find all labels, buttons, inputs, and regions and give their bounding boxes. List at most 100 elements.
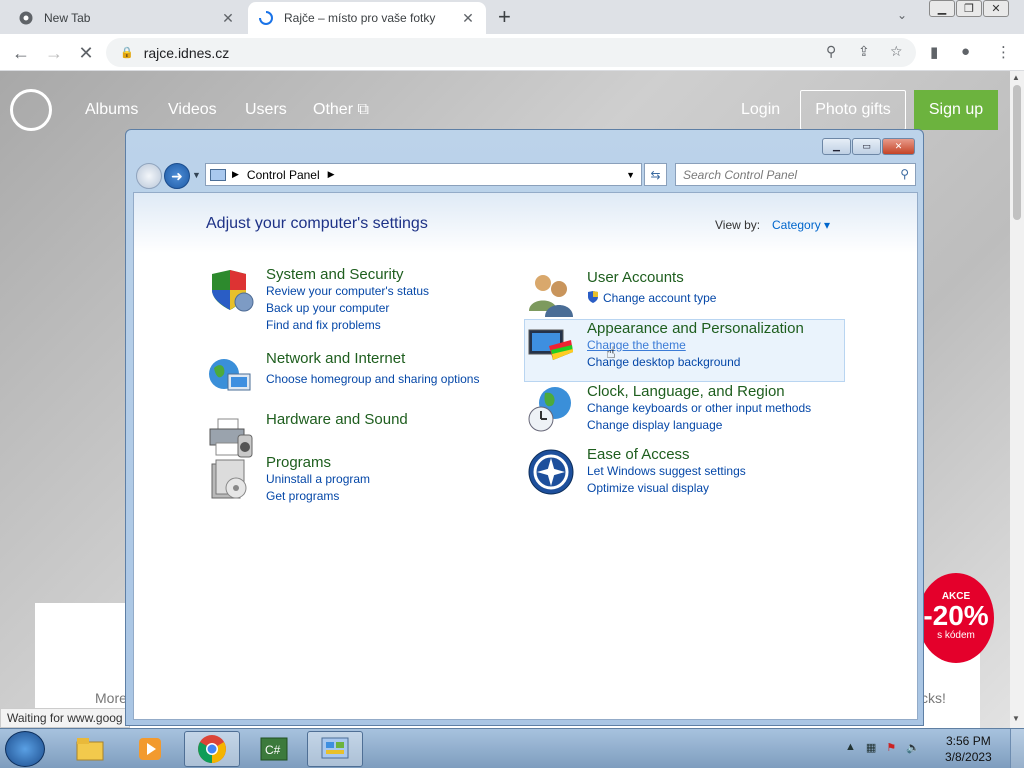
close-icon[interactable]: ✕: [882, 138, 915, 155]
network-globe-icon[interactable]: [206, 352, 254, 400]
shield-icon[interactable]: [206, 268, 254, 316]
category-title[interactable]: Hardware and Sound: [266, 411, 408, 428]
category-title[interactable]: System and Security: [266, 266, 404, 283]
category-title[interactable]: Programs: [266, 454, 331, 471]
cp-address-bar[interactable]: ▶ Control Panel ▶ ▼: [205, 163, 642, 186]
clock-globe-icon[interactable]: [527, 385, 575, 433]
page-scrollbar[interactable]: ▲ ▼: [1010, 71, 1024, 728]
view-by-dropdown[interactable]: Category ▾: [772, 218, 830, 232]
category-title[interactable]: Ease of Access: [587, 446, 690, 463]
profile-icon[interactable]: ●: [961, 43, 970, 60]
system-tray: ▲ ▦ ⚑ 🔈: [845, 741, 920, 754]
tab-strip: New Tab ✕ Rajče – místo pro vaše fotky ✕…: [0, 0, 1024, 34]
programs-box-icon[interactable]: [206, 456, 254, 504]
chrome-icon: [18, 10, 34, 26]
back-icon[interactable]: ←: [9, 41, 33, 65]
nav-users[interactable]: Users: [245, 101, 287, 119]
nav-videos[interactable]: Videos: [168, 101, 217, 119]
discount-badge[interactable]: AKCE -20% s kódem: [918, 573, 994, 663]
maximize-icon[interactable]: ▭: [852, 138, 881, 155]
chrome-icon[interactable]: [184, 731, 240, 767]
search-icon[interactable]: ⚲: [826, 43, 836, 60]
tab-rajce[interactable]: Rajče – místo pro vaše fotky ✕: [248, 2, 486, 34]
loading-spinner-icon: [258, 10, 274, 26]
network-icon[interactable]: ▦: [866, 741, 876, 754]
cp-content: Adjust your computer's settings View by:…: [133, 192, 918, 720]
breadcrumb-arrow-icon: ▶: [327, 169, 335, 179]
restore-icon[interactable]: ❐: [956, 0, 982, 17]
control-panel-icon[interactable]: [307, 731, 363, 767]
tab-new-tab[interactable]: New Tab ✕: [8, 2, 246, 34]
stop-icon[interactable]: ✕: [74, 41, 98, 65]
promo-text: cks!: [921, 690, 946, 706]
window-controls: ▁ ❐ ✕: [928, 0, 1009, 18]
category-title[interactable]: Clock, Language, and Region: [587, 383, 785, 400]
printer-icon[interactable]: [206, 413, 254, 461]
address-dropdown-icon[interactable]: ▼: [626, 170, 635, 180]
media-player-icon[interactable]: [122, 731, 178, 767]
control-panel-window: ▁ ▭ ✕ ➜ ▼ ▶ Control Panel ▶ ▼ ⇆ Search C…: [125, 129, 924, 726]
minimize-icon[interactable]: ▁: [929, 0, 955, 17]
category-link[interactable]: Change the theme: [587, 338, 686, 352]
forward-icon[interactable]: →: [42, 41, 66, 65]
refresh-icon[interactable]: ⇆: [644, 163, 667, 186]
category-link[interactable]: Change account type: [603, 291, 716, 305]
tab-search-icon[interactable]: ⌄: [897, 8, 907, 22]
new-tab-button[interactable]: +: [498, 6, 511, 28]
category-link[interactable]: Review your computer's status: [266, 284, 429, 298]
scroll-up-icon[interactable]: ▲: [1012, 73, 1020, 82]
bookmark-star-icon[interactable]: ☆: [890, 43, 903, 60]
side-panel-icon[interactable]: ▮: [930, 43, 938, 61]
category-title[interactable]: User Accounts: [587, 269, 684, 286]
search-icon[interactable]: ⚲: [900, 167, 909, 181]
category-title[interactable]: Network and Internet: [266, 350, 405, 367]
tray-expand-icon[interactable]: ▲: [845, 741, 856, 754]
minimize-icon[interactable]: ▁: [822, 138, 851, 155]
taskbar-clock[interactable]: 3:56 PM 3/8/2023: [945, 733, 992, 765]
action-center-icon[interactable]: ⚑: [886, 741, 896, 754]
search-placeholder: Search Control Panel: [683, 168, 798, 182]
explorer-icon[interactable]: [62, 731, 118, 767]
monitor-palette-icon[interactable]: [527, 322, 575, 370]
hand-cursor-icon: ☝: [606, 345, 616, 362]
start-button[interactable]: [5, 731, 45, 767]
taskbar: C# ▲ ▦ ⚑ 🔈 3:56 PM 3/8/2023: [0, 728, 1024, 768]
close-tab-icon[interactable]: ✕: [460, 10, 476, 27]
menu-icon[interactable]: ⋮: [996, 43, 1011, 61]
forward-button[interactable]: ➜: [164, 163, 190, 189]
cp-search-input[interactable]: Search Control Panel ⚲: [675, 163, 916, 186]
category-link[interactable]: Change display language: [587, 418, 722, 432]
close-tab-icon[interactable]: ✕: [220, 10, 236, 27]
scroll-thumb[interactable]: [1013, 85, 1021, 220]
photo-gifts-button[interactable]: Photo gifts: [800, 90, 906, 130]
scroll-down-icon[interactable]: ▼: [1012, 714, 1020, 723]
signup-button[interactable]: Sign up: [914, 90, 998, 130]
category-link[interactable]: Uninstall a program: [266, 472, 370, 486]
share-icon[interactable]: ⇪: [858, 43, 870, 60]
csharp-icon[interactable]: C#: [246, 731, 302, 767]
login-link[interactable]: Login: [741, 101, 780, 119]
show-desktop-button[interactable]: [1010, 729, 1024, 768]
category-link[interactable]: Choose homegroup and sharing options: [266, 372, 479, 386]
category-link[interactable]: Find and fix problems: [266, 318, 381, 332]
address-bar[interactable]: 🔒 rajce.idnes.cz ⚲ ⇪ ☆: [106, 38, 916, 67]
category-link[interactable]: Change keyboards or other input methods: [587, 401, 811, 415]
nav-albums[interactable]: Albums: [85, 101, 138, 119]
recent-pages-icon[interactable]: ▼: [192, 170, 201, 180]
volume-icon[interactable]: 🔈: [906, 741, 920, 754]
close-icon[interactable]: ✕: [983, 0, 1009, 17]
status-bar: Waiting for www.goog: [0, 708, 130, 728]
ease-of-access-icon[interactable]: [527, 448, 575, 496]
category-title[interactable]: Appearance and Personalization: [587, 320, 804, 337]
rajce-logo[interactable]: [10, 89, 52, 131]
back-button[interactable]: [136, 163, 162, 189]
category-link[interactable]: Back up your computer: [266, 301, 389, 315]
breadcrumb-control-panel[interactable]: Control Panel: [247, 168, 320, 182]
users-icon[interactable]: [527, 271, 575, 319]
browser-toolbar: ← → ✕ 🔒 rajce.idnes.cz ⚲ ⇪ ☆ ▮ ● ⋮: [0, 34, 1024, 71]
category-link[interactable]: Optimize visual display: [587, 481, 709, 495]
category-link[interactable]: Let Windows suggest settings: [587, 464, 746, 478]
nav-other[interactable]: Other ⧉: [313, 101, 369, 119]
category-link[interactable]: Get programs: [266, 489, 339, 503]
more-text: More: [95, 690, 127, 706]
